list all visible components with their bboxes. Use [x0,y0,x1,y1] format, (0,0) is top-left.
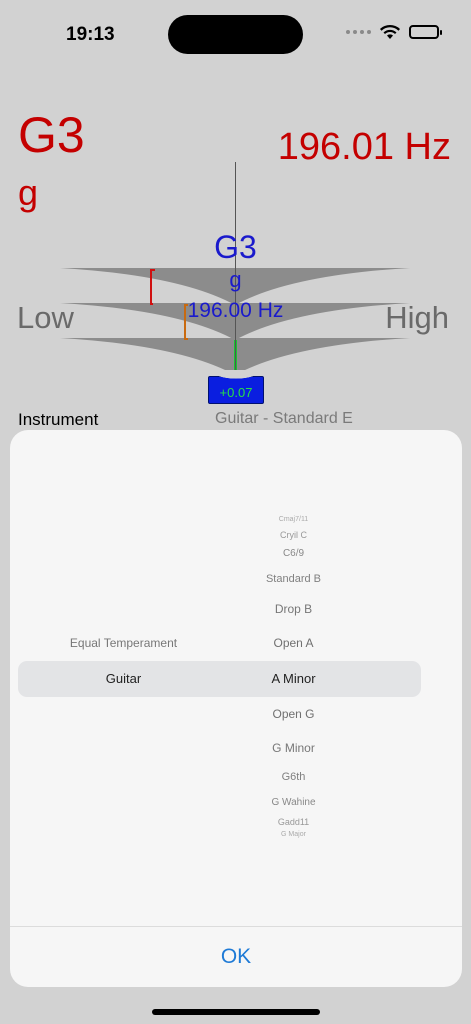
picker-item[interactable]: G6th [180,771,407,783]
instrument-value[interactable]: Guitar - Standard E [215,410,353,428]
detected-frequency: 196.01 Hz [277,126,451,168]
picker-wheel[interactable]: Equal Temperament Guitar Cmaj7/11 Cryil … [10,430,462,926]
detected-solfege: g [18,172,39,213]
high-label: High [385,300,449,335]
picker-item[interactable]: Open G [180,707,407,721]
home-indicator [152,1009,320,1015]
wifi-icon [380,25,400,39]
ok-button[interactable]: OK [10,927,462,987]
battery-icon [409,25,442,39]
picker-item-selected[interactable]: A Minor [180,671,407,686]
status-icons [346,24,442,40]
status-time: 19:13 [66,24,115,45]
instrument-label: Instrument [18,410,99,429]
picker-item[interactable]: Open A [180,636,407,650]
signal-dots-icon [346,30,371,34]
target-note: G3 [214,229,257,265]
low-label: Low [17,300,74,335]
picker-item[interactable]: Drop B [180,602,407,616]
picker-item[interactable]: Cryil C [180,530,407,540]
detected-note: G3 [18,107,85,163]
picker-item[interactable]: C6/9 [180,548,407,559]
picker-item[interactable]: Gadd11 [180,817,407,827]
picker-item[interactable]: Standard B [180,573,407,585]
dynamic-island [168,15,303,54]
cents-offset-badge: +0.07 [208,370,264,404]
instrument-picker-sheet: Equal Temperament Guitar Cmaj7/11 Cryil … [10,430,462,987]
target-solfege: g [229,267,242,292]
picker-item[interactable]: G Wahine [180,797,407,808]
picker-item[interactable]: G Minor [180,741,407,755]
picker-column-tuning[interactable]: Cmaj7/11 Cryil C C6/9 Standard B Drop B … [180,430,407,926]
picker-item[interactable]: G Major [180,831,407,838]
picker-item[interactable]: Cmaj7/11 [180,516,407,523]
